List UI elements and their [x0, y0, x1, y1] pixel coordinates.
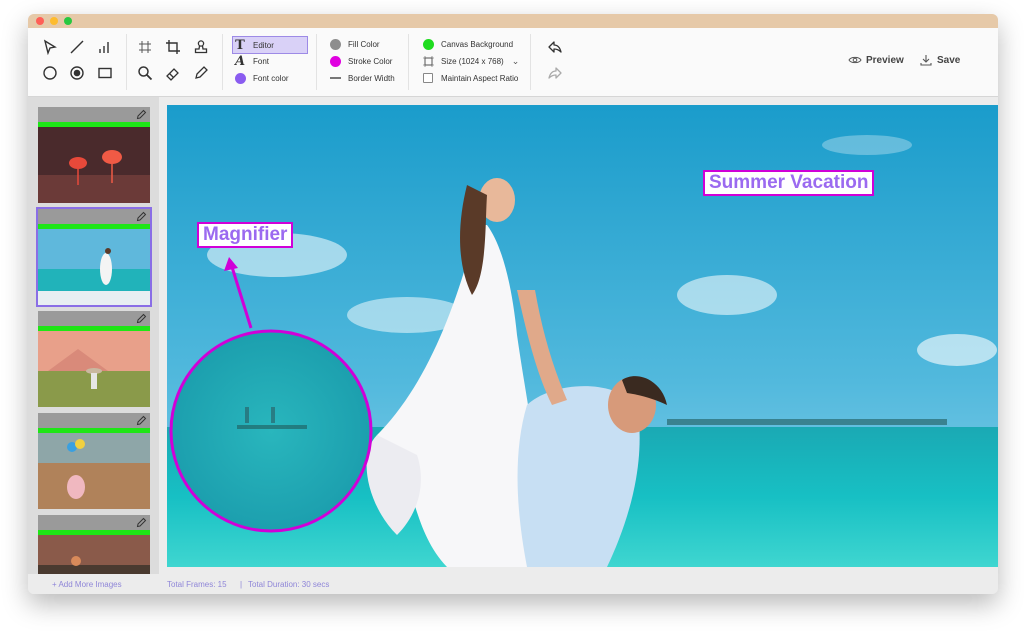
grid-tool[interactable]	[134, 36, 156, 58]
app-window: T Editor A Font Font color Fill Color St…	[28, 14, 998, 594]
flamingo-thumbnail-image	[38, 127, 150, 203]
pencil-icon[interactable]	[136, 109, 147, 120]
pencil-icon[interactable]	[136, 313, 147, 324]
stroke-color-option[interactable]: Stroke Color	[328, 53, 392, 69]
pencil-icon[interactable]	[136, 517, 147, 528]
frame-thumbnail[interactable]	[38, 311, 150, 407]
stamp-tool[interactable]	[190, 36, 212, 58]
minimize-window-button[interactable]	[50, 17, 58, 25]
preview-button[interactable]: Preview	[848, 52, 904, 68]
magnifier-label[interactable]: Magnifier	[197, 222, 294, 248]
add-more-images-link[interactable]: + Add More Images	[52, 580, 122, 589]
save-label: Save	[937, 54, 961, 66]
rectangle-tool[interactable]	[94, 62, 116, 84]
stamp-icon	[194, 40, 208, 54]
font-color-option[interactable]: Font color	[233, 70, 289, 86]
line-icon	[70, 40, 84, 54]
chart-tool[interactable]	[94, 36, 116, 58]
toolbar: T Editor A Font Font color Fill Color St…	[28, 28, 998, 97]
status-separator: |	[240, 580, 243, 589]
line-tool[interactable]	[66, 36, 88, 58]
undo-button[interactable]	[544, 36, 566, 58]
stroke-color-label: Stroke Color	[348, 56, 393, 66]
redo-icon	[548, 67, 562, 79]
pencil-icon	[195, 66, 208, 79]
preview-label: Preview	[866, 54, 904, 66]
status-bar: + Add More Images Total Frames: 15 | Tot…	[28, 574, 998, 594]
crop-icon	[166, 40, 180, 54]
sunset-field-thumbnail-image	[38, 331, 150, 407]
frames-sidebar	[28, 97, 159, 574]
grid-icon	[139, 41, 151, 53]
editor-canvas[interactable]: Summer Vacation Magnifier	[167, 105, 998, 567]
eraser-tool[interactable]	[162, 62, 184, 84]
resize-icon	[421, 54, 435, 68]
text-t-icon: T	[235, 37, 245, 53]
record-icon	[70, 66, 84, 80]
select-tool[interactable]	[39, 36, 61, 58]
pencil-icon[interactable]	[136, 211, 147, 222]
font-color-swatch	[234, 72, 246, 84]
rectangle-icon	[98, 67, 112, 79]
filled-circle-tool[interactable]	[66, 62, 88, 84]
chevron-down-icon: ⌄	[511, 55, 520, 66]
border-line-icon	[328, 71, 342, 85]
summer-vacation-label[interactable]: Summer Vacation	[703, 170, 875, 196]
pencil-icon[interactable]	[136, 415, 147, 426]
circle-icon	[43, 66, 57, 80]
frame-thumbnail[interactable]	[38, 107, 150, 203]
font-a-icon: A	[234, 53, 246, 69]
pointer-icon	[43, 39, 57, 55]
beach-thumbnail-image	[38, 229, 150, 305]
font-color-label: Font color	[253, 73, 289, 83]
font-label: Font	[253, 56, 270, 66]
download-icon	[919, 53, 933, 67]
magnifier-tool[interactable]	[134, 62, 156, 84]
maintain-aspect-label: Maintain Aspect Ratio	[441, 73, 519, 83]
save-button[interactable]: Save	[919, 52, 960, 68]
bar-chart-icon	[99, 42, 109, 53]
eraser-icon	[166, 68, 179, 81]
undo-icon	[548, 41, 562, 53]
crop-tool[interactable]	[162, 36, 184, 58]
total-duration: Total Duration: 30 secs	[248, 580, 330, 589]
search-icon	[138, 66, 153, 81]
sunset-road-thumbnail-image	[38, 535, 150, 574]
pencil-tool[interactable]	[190, 62, 212, 84]
canvas-size-label: Size (1024 x 768)	[441, 56, 504, 66]
canvas-background-label: Canvas Background	[441, 39, 514, 49]
border-width-option[interactable]: Border Width	[328, 70, 395, 86]
editor-option[interactable]: T Editor	[232, 36, 308, 54]
fill-color-option[interactable]: Fill Color	[328, 36, 380, 52]
fill-color-label: Fill Color	[348, 39, 380, 49]
ellipse-tool[interactable]	[39, 62, 61, 84]
stroke-color-swatch	[329, 55, 341, 67]
canvas-background-option[interactable]: Canvas Background	[421, 36, 513, 52]
maintain-aspect-checkbox[interactable]: Maintain Aspect Ratio	[421, 70, 518, 86]
fill-color-swatch	[329, 38, 341, 50]
redo-button[interactable]	[544, 62, 566, 84]
total-frames: Total Frames: 15	[167, 580, 227, 589]
font-option[interactable]: A Font	[233, 53, 269, 69]
close-window-button[interactable]	[36, 17, 44, 25]
editor-label: Editor	[253, 40, 274, 50]
border-width-label: Border Width	[348, 73, 395, 83]
canvas-background-swatch	[422, 38, 434, 50]
balloons-thumbnail-image	[38, 433, 150, 509]
zoom-window-button[interactable]	[64, 17, 72, 25]
eye-icon	[848, 53, 862, 67]
frame-thumbnail[interactable]	[38, 515, 150, 574]
title-bar	[28, 14, 998, 28]
frame-thumbnail[interactable]	[38, 413, 150, 509]
canvas-size-dropdown[interactable]: Size (1024 x 768) ⌄	[421, 53, 519, 69]
frame-thumbnail-selected[interactable]	[36, 207, 152, 307]
checkbox-box	[423, 73, 433, 83]
